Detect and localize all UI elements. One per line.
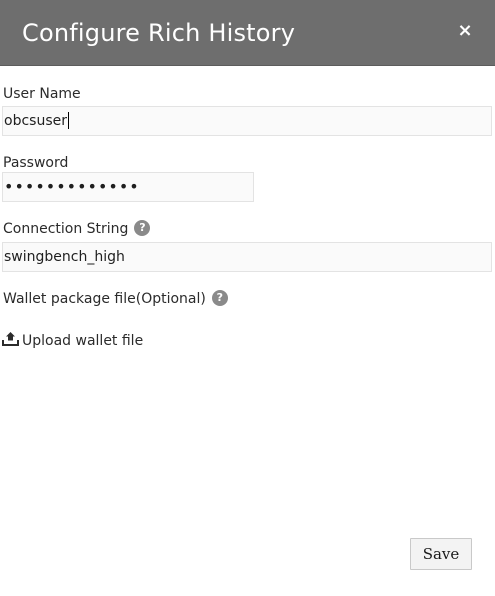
username-label: User Name [3, 86, 81, 102]
username-value: obcsuser [4, 113, 67, 129]
username-input[interactable]: obcsuser [2, 106, 492, 136]
upload-wallet-label: Upload wallet file [22, 333, 144, 349]
close-icon[interactable]: × [455, 18, 475, 44]
upload-wallet-button[interactable]: Upload wallet file [2, 330, 143, 352]
wallet-label-row: Wallet package file(Optional)? [3, 290, 228, 308]
password-masked-value: ••••••••••••• [4, 177, 140, 196]
text-cursor [67, 111, 69, 129]
connection-string-value: swingbench_high [4, 249, 125, 265]
connection-string-label-row: Connection String? [3, 220, 151, 238]
connection-string-input[interactable]: swingbench_high [2, 242, 492, 272]
dialog-title: Configure Rich History [22, 19, 296, 47]
dialog-header: Configure Rich History × [0, 0, 495, 66]
configure-rich-history-dialog: Configure Rich History × User Name obcsu… [0, 0, 495, 596]
password-label: Password [3, 155, 69, 171]
connection-string-label: Connection String [3, 221, 129, 237]
help-icon[interactable]: ? [211, 290, 228, 306]
help-icon[interactable]: ? [134, 220, 151, 236]
upload-icon [2, 331, 19, 346]
wallet-label: Wallet package file(Optional) [3, 291, 206, 307]
save-button[interactable]: Save [410, 538, 472, 570]
password-input[interactable]: ••••••••••••• [2, 172, 254, 202]
